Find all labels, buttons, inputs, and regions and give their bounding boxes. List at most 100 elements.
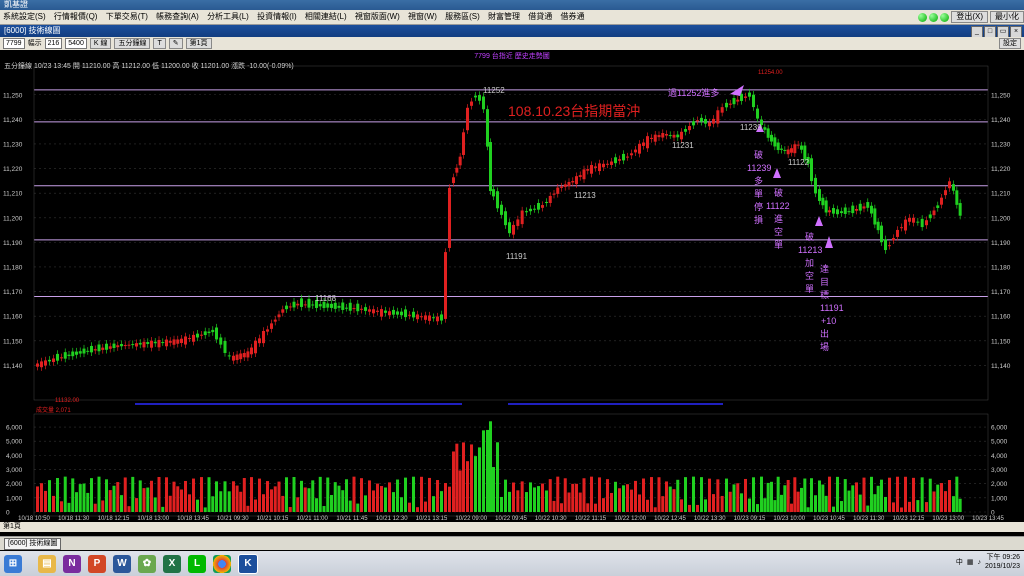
volume-bar bbox=[556, 476, 560, 512]
volume-bar bbox=[416, 507, 419, 512]
word-icon[interactable]: W bbox=[113, 554, 131, 573]
menu-trade[interactable]: 下單交易(T) bbox=[103, 10, 151, 24]
volume-bar bbox=[146, 487, 150, 512]
symbol-input[interactable]: 7799 bbox=[3, 38, 25, 49]
candle-body bbox=[345, 307, 348, 309]
volume-bar bbox=[855, 482, 858, 512]
window-title-bar: [6000] 技術線圖 bbox=[0, 25, 1024, 37]
clock[interactable]: 下午 09:26 2019/10/23 bbox=[985, 553, 1020, 571]
line-icon[interactable]: L bbox=[188, 554, 206, 573]
period-input[interactable]: 216 bbox=[44, 38, 63, 49]
menu-account[interactable]: 帳務查詢(A) bbox=[153, 10, 202, 24]
volume-bar bbox=[448, 486, 451, 512]
volume-bar bbox=[337, 485, 341, 512]
vol-tick-label: 1,000 bbox=[6, 495, 23, 502]
y-tick-label: 11,230 bbox=[3, 141, 23, 148]
y-tick-label: 11,240 bbox=[3, 117, 23, 124]
logout-button[interactable]: 登出(X) bbox=[951, 11, 988, 23]
candle-body bbox=[780, 148, 783, 150]
menu-system[interactable]: 系統設定(S) bbox=[0, 10, 49, 24]
menu-info[interactable]: 投資情報(I) bbox=[254, 10, 300, 24]
candle-body bbox=[661, 133, 665, 138]
draw-tool-button[interactable]: ✎ bbox=[168, 38, 183, 49]
onenote-icon[interactable]: N bbox=[63, 554, 81, 573]
kline-select[interactable]: K 線 bbox=[89, 38, 112, 49]
candle-body bbox=[135, 343, 138, 347]
vol-tick-label: 5,000 bbox=[6, 439, 23, 446]
settings-button[interactable]: 設定 bbox=[999, 38, 1021, 49]
ime-indicator[interactable]: 中 bbox=[956, 557, 963, 567]
candle-body bbox=[828, 210, 831, 213]
menu-loan[interactable]: 借貸通 bbox=[525, 10, 555, 24]
candle-body bbox=[436, 316, 439, 322]
powerpoint-icon[interactable]: P bbox=[88, 554, 106, 573]
candle-body bbox=[720, 107, 724, 113]
candle-body bbox=[740, 93, 743, 101]
menu-links[interactable]: 相關連結(L) bbox=[302, 10, 350, 24]
text-tool-button[interactable]: T bbox=[153, 38, 166, 49]
excel-icon[interactable]: X bbox=[163, 554, 181, 573]
minimize-app-button[interactable]: 最小化 bbox=[990, 11, 1024, 23]
app-icon[interactable]: ✿ bbox=[138, 554, 156, 573]
volume-bar bbox=[318, 476, 322, 512]
document-tab[interactable]: [6000] 技術線圖 bbox=[4, 538, 62, 550]
volume-bar bbox=[786, 479, 790, 512]
indicator-select[interactable]: 五分鐘線 bbox=[114, 38, 151, 49]
vol-tick-label: 2,000 bbox=[991, 481, 1008, 488]
annotation-text: 破 bbox=[774, 187, 783, 198]
volume-bar bbox=[180, 489, 183, 512]
volume-bar bbox=[82, 483, 86, 512]
chrome-icon[interactable] bbox=[213, 554, 231, 573]
menu-analysis[interactable]: 分析工具(L) bbox=[204, 10, 252, 24]
annotation-text: 單 bbox=[754, 189, 763, 199]
menu-securities-lending[interactable]: 借券通 bbox=[558, 10, 588, 24]
volume-bar bbox=[239, 491, 243, 512]
candle-body bbox=[818, 189, 821, 201]
menu-layout[interactable]: 視窗版面(W) bbox=[352, 10, 403, 24]
price-chart[interactable]: 7799 台指近 歷史走勢圖 11,140 11,140 11,150 11,150 1… bbox=[0, 50, 1024, 522]
network-icon[interactable]: ▦ bbox=[967, 558, 974, 566]
arrow-up-icon bbox=[773, 168, 781, 178]
volume-bar bbox=[575, 483, 578, 512]
candle-body bbox=[900, 227, 903, 229]
volume-bar bbox=[360, 478, 363, 512]
start-button[interactable]: ⊞ bbox=[4, 554, 22, 573]
candle-body bbox=[855, 209, 858, 211]
folder-icon[interactable]: ▤ bbox=[38, 554, 56, 573]
volume-bar bbox=[840, 501, 843, 512]
kgi-app-icon[interactable]: K bbox=[238, 553, 258, 574]
candle-body bbox=[904, 219, 907, 231]
menu-quote[interactable]: 行情報價(Q) bbox=[51, 10, 101, 24]
count-input[interactable]: 5400 bbox=[65, 38, 87, 49]
chart-header: 7799 台指近 歷史走勢圖 bbox=[474, 51, 549, 60]
vol-tick-label: 6,000 bbox=[991, 425, 1008, 432]
volume-bar bbox=[896, 476, 899, 512]
volume-bar bbox=[920, 477, 924, 512]
candle-body bbox=[912, 217, 915, 223]
candle-body bbox=[281, 309, 285, 313]
menu-wealth[interactable]: 財富管理 bbox=[485, 10, 523, 24]
menu-window[interactable]: 視窗(W) bbox=[405, 10, 440, 24]
volume-bar bbox=[388, 482, 391, 512]
candle-body bbox=[227, 355, 231, 357]
candle-body bbox=[925, 220, 928, 226]
candle-body bbox=[78, 351, 82, 354]
volume-bar bbox=[704, 499, 707, 512]
volume-bar bbox=[168, 495, 172, 512]
volume-bar bbox=[908, 501, 911, 512]
candle-body bbox=[341, 302, 345, 310]
page-select[interactable]: 第1頁 bbox=[185, 38, 212, 49]
volume-bar bbox=[207, 477, 211, 512]
menu-service[interactable]: 服務區(S) bbox=[442, 10, 483, 24]
y-tick-label: 11,170 bbox=[3, 289, 23, 296]
volume-bar bbox=[892, 502, 895, 512]
volume-bar bbox=[105, 479, 108, 512]
candle-body bbox=[744, 96, 747, 98]
candle-body bbox=[800, 145, 803, 150]
volume-bar bbox=[858, 494, 862, 512]
volume-bar bbox=[112, 485, 116, 512]
volume-icon[interactable]: ♪ bbox=[977, 559, 981, 566]
candle-body bbox=[748, 92, 751, 97]
candle-body bbox=[330, 303, 333, 308]
volume-bar bbox=[800, 487, 803, 512]
